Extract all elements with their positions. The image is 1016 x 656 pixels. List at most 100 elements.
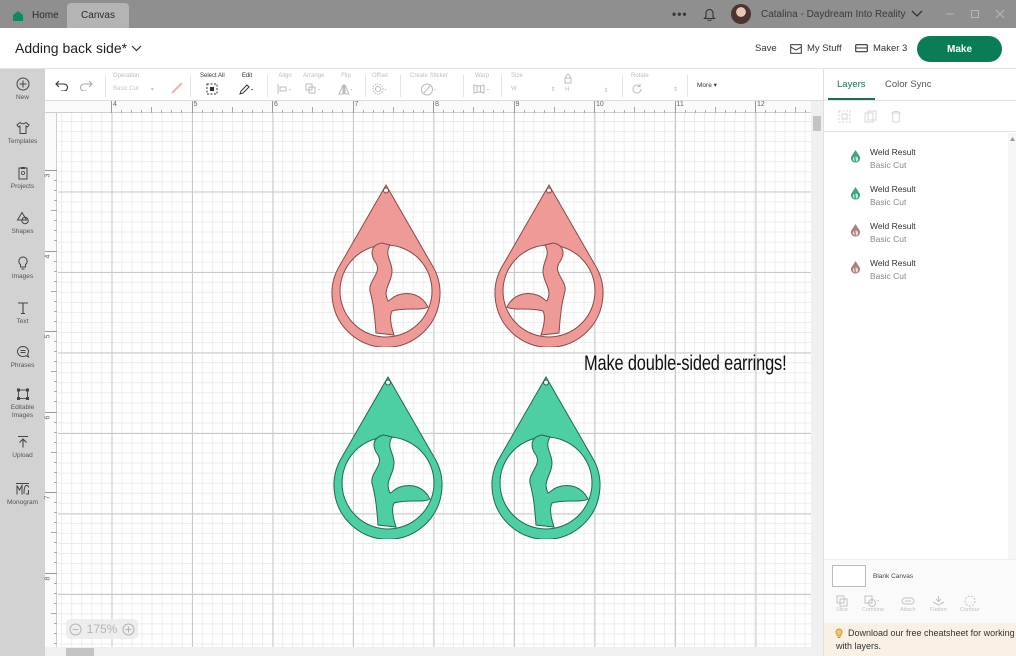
- notifications-button[interactable]: [703, 0, 716, 28]
- ruler-minor-tick: [54, 270, 57, 272]
- undo-icon[interactable]: [55, 80, 69, 91]
- duplicate-icon[interactable]: [864, 110, 877, 123]
- scrollbar-thumb[interactable]: [66, 648, 94, 656]
- design-canvas[interactable]: Make double-sided earrings!: [58, 113, 811, 647]
- earring-shape[interactable]: [330, 183, 442, 347]
- save-button[interactable]: Save: [755, 43, 777, 54]
- contour-button[interactable]: Contour: [960, 595, 980, 613]
- zoom-out-icon[interactable]: [69, 623, 82, 636]
- earring-shape[interactable]: [490, 375, 602, 539]
- layer-item[interactable]: Weld Result Basic Cut: [824, 140, 1008, 177]
- width-input[interactable]: W ⇕: [511, 82, 556, 96]
- edit-label: Edit: [241, 73, 253, 79]
- design-sidebar: New Templates Projects Shapes Images Tex…: [0, 69, 45, 656]
- sidebar-item-shapes[interactable]: Shapes: [0, 211, 45, 236]
- operation-select[interactable]: Operation Basic Cut ▾: [113, 73, 154, 96]
- tab-home-label: Home: [32, 10, 59, 21]
- blank-canvas-swatch[interactable]: [832, 565, 866, 587]
- sidebar-item-new[interactable]: New: [0, 77, 45, 102]
- scroll-up-icon[interactable]: [1010, 137, 1015, 141]
- pen-color-icon[interactable]: [171, 82, 183, 94]
- flatten-button[interactable]: Flatten: [930, 595, 947, 613]
- create-sticker-button[interactable]: Create Sticker: [410, 73, 448, 96]
- make-button[interactable]: Make: [917, 36, 1002, 62]
- maximize-icon[interactable]: [970, 9, 980, 19]
- layer-item[interactable]: Weld Result Basic Cut: [824, 214, 1008, 251]
- title-bar: Home Canvas ••• Catalina - Daydream Into…: [0, 0, 1016, 28]
- lightbulb-icon: [835, 628, 843, 638]
- sidebar-item-images[interactable]: Images: [0, 256, 45, 281]
- sidebar-item-editable-images[interactable]: Editable Images: [0, 387, 45, 420]
- minimize-icon[interactable]: [945, 9, 955, 19]
- earring-shape[interactable]: [493, 183, 605, 347]
- tab-home[interactable]: Home: [4, 3, 64, 28]
- ruler-label: 12: [757, 101, 765, 108]
- more-menu-button[interactable]: •••: [672, 0, 688, 28]
- width-prefix: W: [511, 86, 517, 92]
- width-stepper[interactable]: ⇕: [551, 86, 556, 93]
- group-icon[interactable]: [838, 110, 851, 123]
- flip-button[interactable]: Flip: [338, 73, 354, 96]
- offset-label: Offset: [372, 73, 388, 79]
- arrange-button[interactable]: Arrange: [303, 73, 324, 96]
- machine-label: Maker 3: [873, 43, 908, 54]
- sidebar-item-projects[interactable]: Projects: [0, 166, 45, 191]
- machine-button[interactable]: Maker 3: [855, 43, 907, 54]
- my-stuff-button[interactable]: My Stuff: [790, 43, 842, 54]
- sidebar-item-label: Templates: [7, 138, 38, 145]
- attach-icon: [901, 597, 915, 605]
- user-menu[interactable]: Catalina - Daydream Into Reality: [761, 0, 923, 28]
- my-stuff-label: My Stuff: [807, 43, 842, 54]
- rotate-controls[interactable]: Rotate ⇕: [631, 73, 678, 96]
- ruler-major-tick: [433, 101, 434, 113]
- ruler-major-tick: [45, 411, 57, 413]
- edit-toolbar: Operation Basic Cut ▾ Select All Edit Ali…: [45, 69, 823, 101]
- tab-layers[interactable]: Layers: [837, 79, 866, 90]
- edit-button[interactable]: Edit: [239, 73, 255, 96]
- zoom-level: 175%: [86, 622, 118, 636]
- sidebar-item-phrases[interactable]: Phrases: [0, 345, 45, 370]
- blank-canvas-row[interactable]: Blank Canvas: [824, 559, 1016, 593]
- close-icon[interactable]: [995, 9, 1005, 19]
- offset-button[interactable]: Offset: [372, 73, 388, 96]
- sidebar-item-text[interactable]: Text: [0, 301, 45, 326]
- lock-icon[interactable]: [564, 74, 572, 84]
- rotate-input[interactable]: ⇕: [631, 82, 678, 96]
- combine-button[interactable]: Combine: [862, 595, 884, 613]
- rotate-stepper[interactable]: ⇕: [673, 86, 678, 93]
- tab-color-sync[interactable]: Color Sync: [885, 79, 931, 90]
- ruler-minor-tick: [54, 240, 57, 242]
- earring-shape[interactable]: [332, 375, 444, 539]
- sidebar-item-monogram[interactable]: Monogram: [0, 482, 45, 507]
- layer-item[interactable]: Weld Result Basic Cut: [824, 177, 1008, 214]
- sidebar-item-templates[interactable]: Templates: [0, 121, 45, 146]
- delete-icon[interactable]: [890, 110, 902, 123]
- slice-button[interactable]: Slice: [836, 595, 848, 613]
- layer-item[interactable]: Weld Result Basic Cut: [824, 251, 1008, 288]
- sidebar-item-upload[interactable]: Upload: [0, 435, 45, 460]
- cheatsheet-tip[interactable]: Download our free cheatsheet for working…: [824, 623, 1016, 656]
- height-input[interactable]: H ⇕: [565, 87, 608, 94]
- attach-button[interactable]: Attach: [900, 595, 916, 613]
- layers-scrollbar[interactable]: [1008, 133, 1016, 560]
- tab-canvas[interactable]: Canvas: [67, 3, 129, 28]
- scrollbar-thumb[interactable]: [813, 116, 821, 131]
- ruler-major-tick: [111, 101, 112, 113]
- rotate-icon: [632, 84, 642, 94]
- warp-button[interactable]: Warp: [473, 73, 491, 96]
- select-all-button[interactable]: Select All: [200, 73, 225, 96]
- ruler-major-tick: [191, 101, 193, 113]
- align-button[interactable]: Align: [277, 73, 293, 96]
- layer-actions: Slice Combine Attach Flatten Contour: [824, 593, 1016, 623]
- project-title[interactable]: Adding back side*: [15, 40, 142, 56]
- zoom-in-icon[interactable]: [122, 623, 135, 636]
- canvas-vertical-scrollbar[interactable]: [811, 101, 823, 647]
- more-button[interactable]: More ▾: [697, 81, 717, 89]
- ruler-major-tick: [272, 101, 273, 113]
- ruler-minor-tick: [51, 451, 57, 453]
- avatar[interactable]: [731, 4, 751, 24]
- height-stepper[interactable]: ⇕: [603, 87, 608, 94]
- redo-icon[interactable]: [79, 80, 93, 91]
- canvas-horizontal-scrollbar[interactable]: [45, 647, 823, 656]
- ruler-label: 7: [354, 101, 359, 108]
